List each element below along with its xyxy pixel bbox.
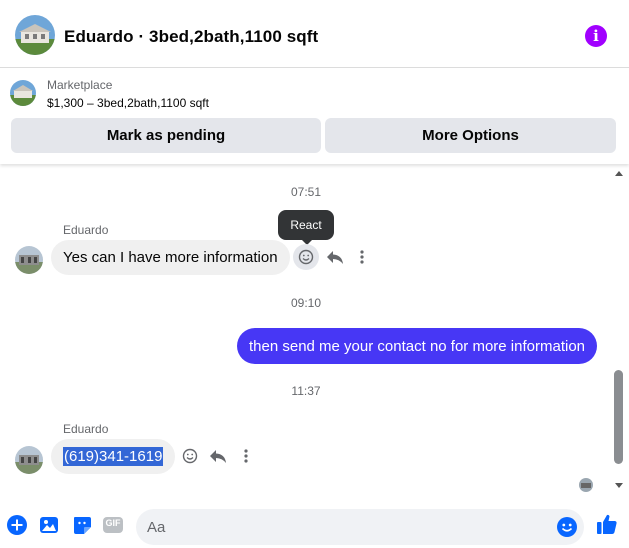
sender-name: Eduardo [63,422,109,436]
more-options-button[interactable]: More Options [325,118,616,153]
seen-avatar [579,478,593,492]
message-text: Yes can I have more information [63,249,278,266]
incoming-message[interactable]: Yes can I have more information [51,240,290,275]
message-input[interactable]: Aa [136,509,584,545]
emoji-icon[interactable] [556,516,578,538]
marketplace-panel: Marketplace $1,300 – 3bed,2bath,1100 sqf… [0,68,629,164]
message-input-placeholder: Aa [147,519,166,536]
chat-header: Eduardo · 3bed,2bath,1100 sqft i [0,0,629,68]
timestamp: 09:10 [290,296,322,310]
reply-button[interactable] [208,446,228,466]
gif-label: GIF [105,518,121,528]
marketplace-label: Marketplace [47,78,113,92]
sticker-button[interactable] [71,514,93,536]
scrollbar-thumb[interactable] [614,370,623,464]
add-button[interactable] [6,514,28,536]
more-vertical-icon [360,250,364,264]
timestamp: 11:37 [291,384,321,398]
smiley-icon [298,249,314,265]
thumbs-up-icon [597,514,617,534]
mark-as-pending-button[interactable]: Mark as pending [11,118,321,153]
timestamp: 07:51 [290,185,322,199]
scroll-down-arrow-icon[interactable] [615,483,623,488]
sender-name: Eduardo [63,223,109,237]
listing-thumbnail[interactable] [10,80,36,106]
reply-button[interactable] [325,247,345,267]
reply-icon [327,251,343,264]
sender-avatar[interactable] [15,446,43,474]
plus-circle-icon [7,515,27,535]
react-tooltip: React [278,210,334,245]
image-icon [40,517,58,533]
like-button[interactable] [595,512,619,536]
selected-phone-number[interactable]: (619)341-1619 [63,447,164,466]
chat-title[interactable]: Eduardo · 3bed,2bath,1100 sqft [64,27,318,47]
attach-photo-button[interactable] [38,514,60,536]
listing-summary[interactable]: $1,300 – 3bed,2bath,1100 sqft [47,96,209,110]
reply-icon [210,450,226,463]
contact-avatar[interactable] [15,15,55,55]
sticker-icon [74,517,91,534]
more-actions-button[interactable] [236,446,256,466]
info-icon[interactable]: i [585,25,607,47]
more-vertical-icon [244,449,248,463]
message-text: then send me your contact no for more in… [249,337,586,355]
incoming-message[interactable]: (619)341-1619 [51,439,176,474]
outgoing-message[interactable]: then send me your contact no for more in… [237,328,598,364]
message-composer: GIF Aa [0,505,629,548]
sender-avatar[interactable] [15,246,43,274]
more-actions-button[interactable] [352,247,372,267]
react-button[interactable] [180,446,200,466]
message-scrollbar[interactable] [612,168,626,494]
react-button[interactable] [293,244,319,270]
gif-button[interactable]: GIF [102,514,124,536]
scroll-up-arrow-icon[interactable] [615,171,623,176]
smiley-icon [182,448,198,464]
